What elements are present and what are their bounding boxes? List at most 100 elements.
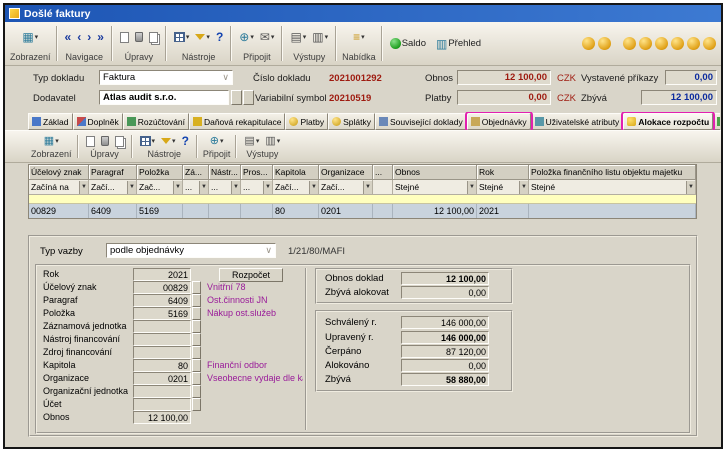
- chevron-down-icon[interactable]: ∨: [222, 72, 229, 83]
- lookup-button[interactable]: [192, 320, 201, 333]
- prehled-button[interactable]: ▥Přehled: [434, 36, 483, 52]
- module-icon[interactable]: [655, 37, 668, 50]
- filter-cell[interactable]: Stejné▼: [393, 180, 477, 195]
- chevron-down-icon[interactable]: ▼: [263, 181, 272, 194]
- tab-objednavky[interactable]: Objednávky: [467, 113, 531, 130]
- tab-predpis-platby[interactable]: Předpis platby: [713, 113, 720, 130]
- tab-souvisejici-doklady[interactable]: Související doklady: [375, 113, 467, 130]
- filter-cell[interactable]: Zač...▼: [137, 180, 183, 195]
- module-icon[interactable]: [582, 37, 595, 50]
- copy-button[interactable]: [147, 31, 160, 44]
- column-header[interactable]: Obnos: [393, 165, 477, 180]
- lookup-button[interactable]: [192, 346, 201, 359]
- chevron-down-icon[interactable]: ▼: [127, 181, 136, 194]
- rozpocet-button[interactable]: Rozpočet: [219, 268, 283, 282]
- field-value[interactable]: 6409: [133, 294, 191, 307]
- delete-row-button[interactable]: [99, 135, 111, 147]
- copy-row-button[interactable]: [113, 135, 126, 148]
- field-value[interactable]: [133, 346, 191, 359]
- print-button[interactable]: ▤▾: [288, 29, 308, 45]
- field-value[interactable]: 2021: [133, 268, 191, 281]
- view-mode-button[interactable]: ▦▾: [42, 133, 61, 149]
- module-icon[interactable]: [703, 37, 716, 50]
- export-button[interactable]: ▥▾: [263, 133, 282, 149]
- column-header[interactable]: Nástr...: [209, 165, 241, 180]
- tab-alokace-rozpoctu[interactable]: Alokace rozpočtu: [623, 113, 713, 130]
- column-header[interactable]: Pros...: [241, 165, 273, 180]
- module-icon[interactable]: [671, 37, 684, 50]
- filter-cell[interactable]: Začí...▼: [319, 180, 373, 195]
- column-header[interactable]: Organizace: [319, 165, 373, 180]
- lookup-button[interactable]: [192, 281, 201, 294]
- saldo-button[interactable]: Saldo: [388, 37, 428, 50]
- chevron-down-icon[interactable]: ▼: [79, 181, 88, 194]
- column-header[interactable]: Položka: [137, 165, 183, 180]
- lookup-button[interactable]: [192, 294, 201, 307]
- lookup-button[interactable]: [192, 359, 201, 372]
- table-row[interactable]: 00829 6409 5169 80 0201 12 100,00 2021: [29, 204, 696, 218]
- menu-button[interactable]: ≡▾: [351, 29, 367, 45]
- typ-dokladu-select[interactable]: Faktura ∨: [99, 70, 233, 85]
- filter-cell[interactable]: ...▼: [183, 180, 209, 195]
- column-header[interactable]: Rok: [477, 165, 529, 180]
- tab-platby[interactable]: Platby: [285, 113, 328, 130]
- delete-button[interactable]: [133, 31, 145, 43]
- field-value[interactable]: [133, 333, 191, 346]
- lookup-button[interactable]: [192, 398, 201, 411]
- grid-settings-button[interactable]: ▾: [172, 31, 192, 43]
- module-icon[interactable]: [623, 37, 636, 50]
- column-header[interactable]: Účelový znak: [29, 165, 89, 180]
- view-mode-button[interactable]: ▦▾: [20, 29, 40, 45]
- help-button[interactable]: ?: [214, 29, 225, 45]
- field-value[interactable]: 80: [133, 359, 191, 372]
- chevron-down-icon[interactable]: ▼: [173, 181, 182, 194]
- field-value[interactable]: [133, 398, 191, 411]
- next-record-button[interactable]: ›: [85, 30, 93, 44]
- filter-cell[interactable]: [373, 180, 393, 195]
- field-value[interactable]: 5169: [133, 307, 191, 320]
- chevron-down-icon[interactable]: ▼: [309, 181, 318, 194]
- filter-cell[interactable]: ...▼: [241, 180, 273, 195]
- filter-cell[interactable]: ...▼: [209, 180, 241, 195]
- module-icon[interactable]: [687, 37, 700, 50]
- supplier-nav-button[interactable]: [231, 90, 242, 105]
- tab-doplnek[interactable]: Doplněk: [73, 113, 123, 130]
- first-record-button[interactable]: «: [63, 30, 74, 44]
- column-header[interactable]: Paragraf: [89, 165, 137, 180]
- attach-button[interactable]: ⊕▾: [208, 133, 226, 149]
- module-icon[interactable]: [598, 37, 611, 50]
- last-record-button[interactable]: »: [95, 30, 106, 44]
- export-button[interactable]: ▥▾: [310, 29, 330, 45]
- tab-rozuctovani[interactable]: Rozúčtování: [123, 113, 189, 130]
- tab-zaklad[interactable]: Základ: [28, 113, 73, 130]
- tab-uzivatelske-atributy[interactable]: Uživatelské atributy: [531, 113, 624, 130]
- field-value[interactable]: 00829: [133, 281, 191, 294]
- grid-settings-button[interactable]: ▾: [138, 135, 158, 147]
- filter-button[interactable]: ▾: [193, 32, 212, 42]
- column-header[interactable]: Zá...: [183, 165, 209, 180]
- lookup-button[interactable]: [192, 372, 201, 385]
- column-header[interactable]: Kapitola: [273, 165, 319, 180]
- attach-button[interactable]: ⊕▾: [237, 29, 256, 45]
- supplier-lookup-button[interactable]: [243, 90, 254, 105]
- dodavatel-field[interactable]: Atlas audit s.r.o.: [99, 90, 229, 105]
- chevron-down-icon[interactable]: ▼: [519, 181, 528, 194]
- print-button[interactable]: ▤▾: [242, 133, 261, 149]
- lookup-button[interactable]: [192, 307, 201, 320]
- filter-cell[interactable]: Začíná na▼: [29, 180, 89, 195]
- filter-button[interactable]: ▾: [159, 136, 178, 146]
- chevron-down-icon[interactable]: ▼: [231, 181, 240, 194]
- previous-record-button[interactable]: ‹: [75, 30, 83, 44]
- filter-cell[interactable]: Stejné▼: [529, 180, 696, 195]
- chevron-down-icon[interactable]: ▼: [467, 181, 476, 194]
- column-header[interactable]: ...: [373, 165, 393, 180]
- send-button[interactable]: ✉▾: [258, 29, 277, 45]
- field-value[interactable]: 0201: [133, 372, 191, 385]
- lookup-button[interactable]: [192, 385, 201, 398]
- chevron-down-icon[interactable]: ▼: [199, 181, 208, 194]
- chevron-down-icon[interactable]: ▼: [686, 181, 695, 194]
- filter-cell[interactable]: Stejné▼: [477, 180, 529, 195]
- help-button[interactable]: ?: [180, 133, 191, 149]
- grid-new-row[interactable]: [29, 195, 696, 204]
- tab-splatky[interactable]: Splátky: [328, 113, 375, 130]
